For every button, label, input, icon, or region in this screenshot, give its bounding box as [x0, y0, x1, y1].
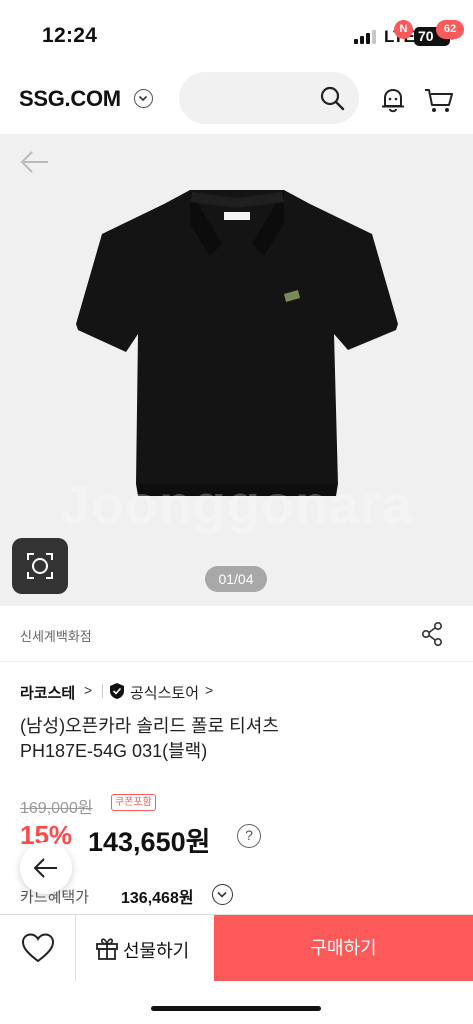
- coupon-tag: 쿠폰포함: [111, 794, 156, 811]
- product-image-gallery[interactable]: Joonggonara 01/04: [0, 134, 473, 606]
- chevron-down-icon[interactable]: [212, 884, 233, 905]
- notification-badge: N: [394, 20, 413, 39]
- official-store-chevron: >: [205, 682, 214, 698]
- product-title-line2: PH187E-54G 031(블랙): [20, 741, 208, 761]
- store-name[interactable]: 신세계백화점: [20, 626, 92, 645]
- ssg-logo[interactable]: SSG.COM: [19, 86, 121, 112]
- watermark-text: Joonggonara: [60, 475, 414, 535]
- image-search-button[interactable]: [12, 538, 68, 594]
- official-store-link[interactable]: 공식스토어: [130, 682, 199, 703]
- app-header: SSG.COM: [0, 62, 473, 134]
- bottom-action-bar: 선물하기 구매하기: [0, 914, 473, 981]
- gift-button[interactable]: 선물하기: [76, 915, 214, 981]
- sale-price: 143,650원: [88, 827, 211, 857]
- product-title: (남성)오픈카라 솔리드 폴로 티셔츠 PH187E-54G 031(블랙): [20, 714, 450, 764]
- brand-row: 라코스테 > 공식스토어 >: [20, 680, 460, 702]
- card-benefit-price: 136,468원: [121, 890, 194, 907]
- cart-count-badge: 62: [436, 20, 464, 39]
- chevron-down-icon[interactable]: [134, 89, 153, 108]
- signal-icon: [354, 30, 378, 44]
- search-input[interactable]: [179, 72, 359, 124]
- image-pager: 01/04: [205, 566, 267, 592]
- brand-chevron: >: [84, 682, 93, 698]
- back-arrow-icon[interactable]: [20, 150, 50, 174]
- floating-back-button[interactable]: [20, 842, 72, 894]
- home-indicator: [151, 1006, 321, 1011]
- buy-button[interactable]: 구매하기: [214, 915, 473, 981]
- status-time: 12:24: [42, 24, 98, 47]
- price-info-icon[interactable]: ?: [237, 824, 261, 848]
- product-title-line1: (남성)오픈카라 솔리드 폴로 티셔츠: [20, 716, 279, 736]
- back-arrow-icon: [33, 858, 57, 878]
- bell-icon[interactable]: [380, 86, 406, 114]
- search-icon[interactable]: [319, 85, 345, 111]
- divider: [102, 684, 103, 698]
- heart-icon: [21, 933, 55, 963]
- brand-link[interactable]: 라코스테: [20, 682, 75, 703]
- verified-shield-icon: [110, 683, 124, 699]
- store-row: 신세계백화점: [0, 606, 473, 662]
- like-button[interactable]: [0, 915, 76, 981]
- lens-icon: [27, 553, 53, 579]
- cart-icon[interactable]: [424, 86, 454, 114]
- gift-icon: [96, 938, 118, 960]
- original-price: 169,000원: [20, 800, 93, 817]
- share-icon[interactable]: [420, 621, 444, 647]
- gift-label: 선물하기: [123, 941, 190, 961]
